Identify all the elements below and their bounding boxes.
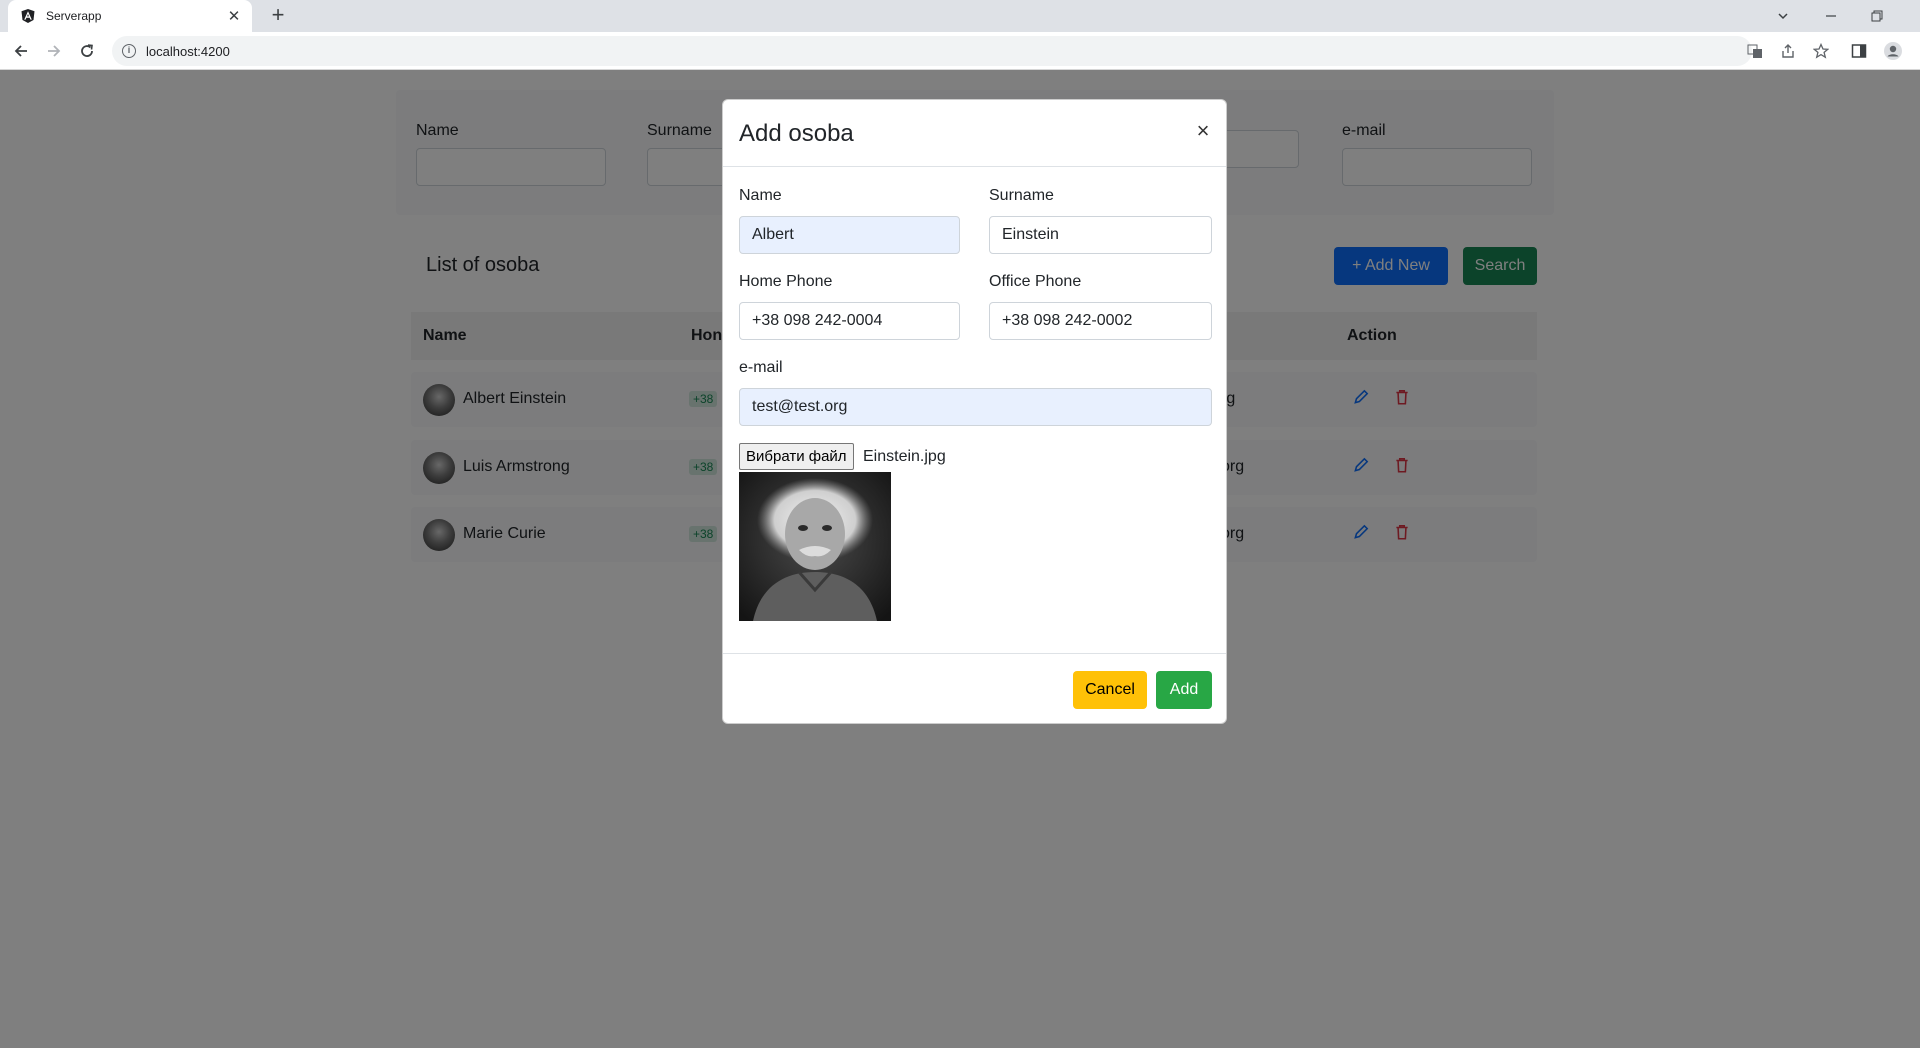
cancel-button[interactable]: Cancel (1073, 671, 1147, 709)
close-icon[interactable]: × (1191, 118, 1215, 144)
tab-title: Serverapp (46, 9, 102, 23)
selected-file-name: Einstein.jpg (863, 448, 946, 465)
modal-title: Add osoba (739, 120, 854, 147)
office-phone-field[interactable]: +38 098 242-0002 (989, 302, 1212, 340)
email-label: e-mail (739, 359, 783, 376)
back-icon[interactable] (8, 38, 34, 64)
bookmark-star-icon[interactable] (1810, 40, 1832, 62)
photo-preview (739, 472, 891, 621)
side-panel-icon[interactable] (1848, 40, 1870, 62)
add-button[interactable]: Add (1156, 671, 1212, 709)
home-phone-field[interactable]: +38 098 242-0004 (739, 302, 960, 340)
tab-search-icon[interactable] (1760, 0, 1806, 32)
browser-toolbar: i localhost:4200 (0, 32, 1920, 70)
reload-icon[interactable] (74, 38, 100, 64)
forward-icon[interactable] (41, 38, 67, 64)
choose-file-button[interactable]: Вибрати файл (739, 443, 854, 470)
tab-close-icon[interactable]: ✕ (226, 7, 242, 25)
email-field[interactable]: test@test.org (739, 388, 1212, 426)
site-info-icon[interactable]: i (122, 44, 136, 58)
add-osoba-dialog: Add osoba × Name Albert Surname Einstein… (722, 99, 1227, 724)
share-icon[interactable] (1777, 40, 1799, 62)
url-text: localhost:4200 (146, 43, 230, 59)
office-phone-label: Office Phone (989, 273, 1082, 290)
name-field[interactable]: Albert (739, 216, 960, 254)
browser-tabstrip: Serverapp ✕ + (0, 0, 1920, 32)
surname-field[interactable]: Einstein (989, 216, 1212, 254)
surname-label: Surname (989, 187, 1054, 204)
angular-logo-icon (21, 9, 35, 23)
browser-tab[interactable]: Serverapp ✕ (8, 0, 252, 32)
address-bar[interactable]: i localhost:4200 (112, 36, 1752, 66)
profile-icon[interactable] (1882, 40, 1904, 62)
home-phone-label: Home Phone (739, 273, 833, 290)
translate-icon[interactable] (1744, 40, 1766, 62)
modal-footer: Cancel Add (723, 653, 1226, 723)
name-label: Name (739, 187, 782, 204)
minimize-icon[interactable] (1808, 0, 1854, 32)
new-tab-icon[interactable]: + (266, 4, 290, 28)
restore-icon[interactable] (1854, 0, 1900, 32)
modal-header: Add osoba × (723, 100, 1226, 167)
